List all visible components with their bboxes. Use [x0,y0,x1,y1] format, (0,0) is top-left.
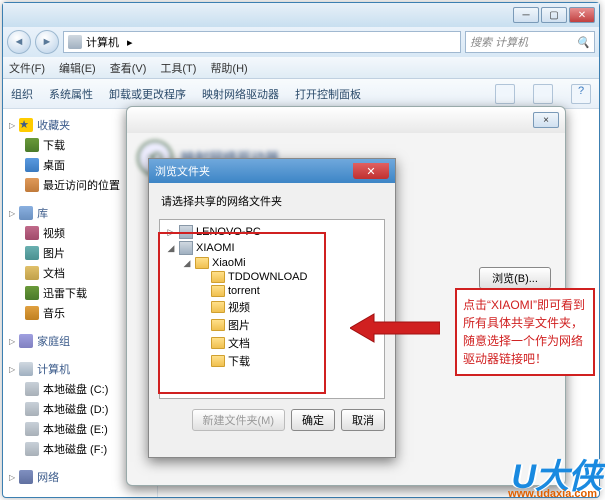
watermark-url: www.udaxia.com [508,488,597,500]
tree-item-label: 图片 [228,317,250,333]
view-icon[interactable] [495,84,515,104]
dialog-close-button[interactable]: × [533,112,559,128]
tree-item-label: torrent [228,285,260,297]
forward-button[interactable]: ► [35,30,59,54]
search-icon: 🔍 [576,36,590,49]
minimize-button[interactable]: ─ [513,7,539,23]
folder-icon [211,271,225,283]
tree-item[interactable]: torrent [164,284,380,298]
annotation-callout: 点击“XIAOMI”即可看到所有具体共享文件夹，随意选择一个作为网络驱动器链接吧… [455,288,595,376]
menu-view[interactable]: 查看(V) [110,60,147,76]
breadcrumb-computer[interactable]: 计算机 [82,34,123,50]
menu-file[interactable]: 文件(F) [9,60,45,76]
preview-icon[interactable] [533,84,553,104]
document-icon [25,266,39,280]
menubar: 文件(F) 编辑(E) 查看(V) 工具(T) 帮助(H) [3,57,599,79]
computer-icon [179,225,193,239]
addressbar-row: ◄ ► 计算机 ▸ 搜索 计算机 🔍 [3,27,599,57]
tool-properties[interactable]: 系统属性 [49,86,93,102]
tree-item[interactable]: 视频 [164,298,380,316]
tree-item-label: XiaoMi [212,257,246,269]
folder-icon [211,319,225,331]
folder-tree[interactable]: ▷ LENOVO-PC ◢ XIAOMI ◢ XiaoMi TDDOWNLOAD torren… [159,219,385,399]
close-button[interactable]: ✕ [569,7,595,23]
tree-item-label: LENOVO-PC [196,226,261,238]
video-icon [25,226,39,240]
tree-item-label: 下载 [228,353,250,369]
computer-icon [68,35,82,49]
twisty-icon: ◢ [166,243,176,254]
tool-organize[interactable]: 组织 [11,86,33,102]
browse-close-button[interactable]: ✕ [353,163,389,179]
annotation-arrow [350,310,440,346]
tree-item[interactable]: ▷ LENOVO-PC [164,224,380,240]
browse-button[interactable]: 浏览(B)... [479,267,551,289]
tree-item[interactable]: ◢ XIAOMI [164,240,380,256]
search-input[interactable]: 搜索 计算机 🔍 [465,31,595,53]
dialog-titlebar: × [127,107,565,133]
maximize-button[interactable]: ▢ [541,7,567,23]
tree-item[interactable]: 文档 [164,334,380,352]
new-folder-button[interactable]: 新建文件夹(M) [192,409,286,431]
address-box[interactable]: 计算机 ▸ [63,31,461,53]
breadcrumb-sep: ▸ [123,36,137,49]
tree-item-label: TDDOWNLOAD [228,271,307,283]
drive-icon [25,402,39,416]
tree-item[interactable]: TDDOWNLOAD [164,270,380,284]
search-placeholder: 搜索 计算机 [470,34,528,50]
desktop-icon [25,158,39,172]
folder-icon [211,301,225,313]
drive-icon [25,442,39,456]
tree-item[interactable]: 下载 [164,352,380,370]
tool-uninstall[interactable]: 卸载或更改程序 [109,86,186,102]
ok-button[interactable]: 确定 [291,409,335,431]
twisty-icon: ◢ [182,258,192,269]
download-icon [25,138,39,152]
star-icon: ★ [19,118,33,132]
browse-titlebar: 浏览文件夹 ✕ [149,159,395,183]
tree-item[interactable]: ◢ XiaoMi [164,256,380,270]
music-icon [25,306,39,320]
folder-icon [195,257,209,269]
tree-item-label: XIAOMI [196,242,235,254]
drive-icon [25,422,39,436]
tree-item-label: 文档 [228,335,250,351]
tool-cpanel[interactable]: 打开控制面板 [295,86,361,102]
menu-edit[interactable]: 编辑(E) [59,60,96,76]
twisty-icon: ▷ [166,227,176,238]
network-icon [19,470,33,484]
toolbar: 组织 系统属性 卸载或更改程序 映射网络驱动器 打开控制面板 ? [3,79,599,109]
folder-icon [211,337,225,349]
tool-mapdrive[interactable]: 映射网络驱动器 [202,86,279,102]
help-icon[interactable]: ? [571,84,591,104]
computer-icon [179,241,193,255]
folder-icon [211,285,225,297]
drive-icon [25,382,39,396]
tree-item[interactable]: 图片 [164,316,380,334]
tree-item-label: 视频 [228,299,250,315]
browse-folder-dialog: 浏览文件夹 ✕ 请选择共享的网络文件夹 ▷ LENOVO-PC ◢ XIAOMI ◢ Xi… [148,158,396,458]
menu-tools[interactable]: 工具(T) [160,60,196,76]
browse-title: 浏览文件夹 [155,163,210,179]
menu-help[interactable]: 帮助(H) [210,60,247,76]
clock-icon [25,178,39,192]
titlebar: ─ ▢ ✕ [3,3,599,27]
browse-instruction: 请选择共享的网络文件夹 [149,183,395,215]
computer-icon [19,362,33,376]
homegroup-icon [19,334,33,348]
folder-icon [211,355,225,367]
xunlei-icon [25,286,39,300]
picture-icon [25,246,39,260]
library-icon [19,206,33,220]
back-button[interactable]: ◄ [7,30,31,54]
cancel-button[interactable]: 取消 [341,409,385,431]
